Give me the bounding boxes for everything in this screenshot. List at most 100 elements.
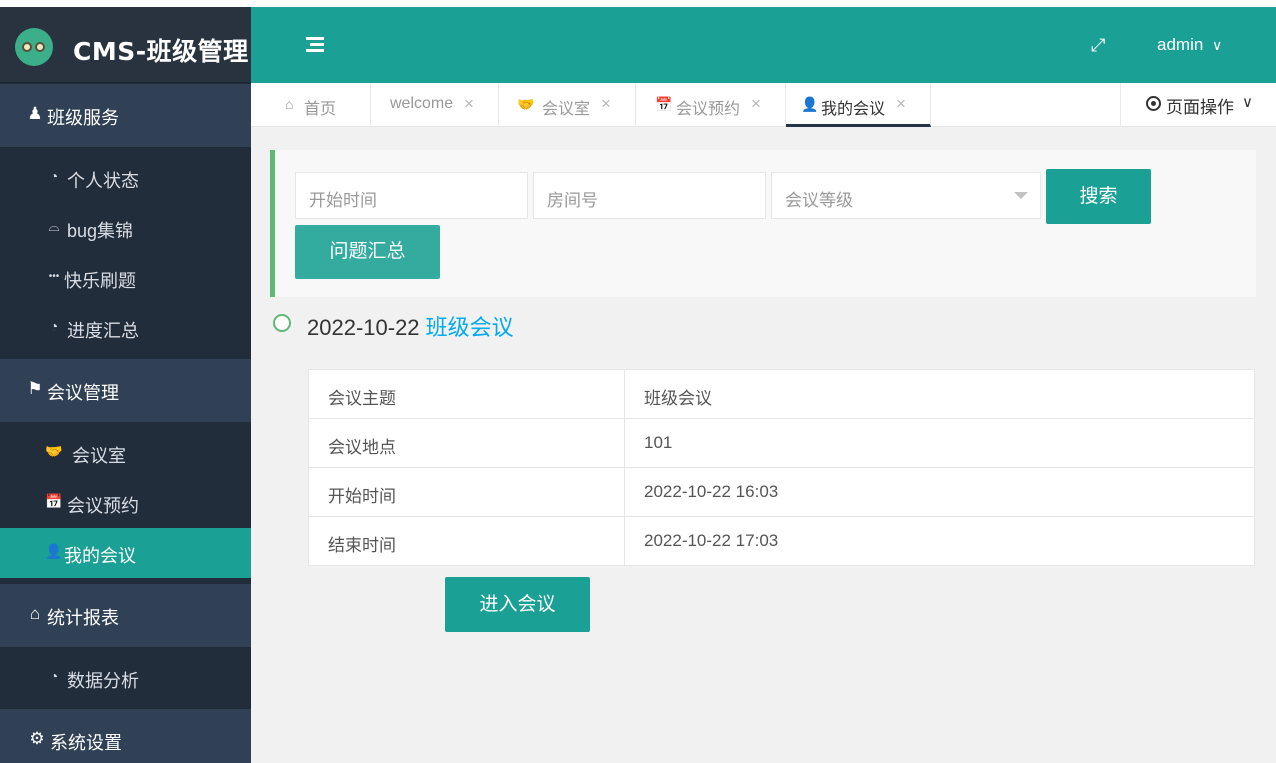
home-icon: ⌂ [29, 604, 41, 623]
room-number-placeholder: 房间号 [547, 191, 598, 210]
sidebar-item-progress-summary[interactable]: ◔ 进度汇总 [0, 303, 251, 353]
start-time-placeholder: 开始时间 [309, 191, 377, 210]
handshake-icon: 🤝 [517, 96, 535, 112]
ellipsis-icon: ••• [48, 271, 60, 282]
row-value: 2022-10-22 17:03 [644, 531, 779, 550]
close-icon[interactable]: × [751, 94, 761, 114]
sidebar-item-label: bug集锦 [67, 221, 134, 241]
tab-label: 首页 [304, 101, 337, 118]
tab-my-meetings[interactable]: 👤 我的会议 × [786, 83, 931, 127]
calendar-plus-icon: 📅 [655, 96, 673, 112]
sidebar-group-label: 系统设置 [50, 733, 122, 753]
table-row: 会议主题 班级会议 [309, 370, 1254, 419]
app-window: CMS-班级管理 ♟ 班级服务 ◔ 个人状态 ⌓ bug集锦 ••• 快乐刷题 … [0, 0, 1276, 763]
gears-icon: ⚙ [29, 729, 45, 748]
sidebar-group-statistics[interactable]: ⌂ 统计报表 [0, 584, 251, 647]
app-title: CMS-班级管理 [73, 37, 249, 66]
sidebar-item-label: 会议室 [72, 446, 126, 466]
sidebar-group-meeting-management[interactable]: ⚑ 会议管理 [0, 359, 251, 422]
close-icon[interactable]: × [601, 94, 611, 114]
flag-icon: ⚑ [27, 379, 43, 398]
calendar-plus-icon: 📅 [45, 493, 63, 509]
close-icon[interactable]: × [896, 94, 906, 114]
user-outline-icon: 👤 [45, 543, 63, 559]
menu-toggle-icon[interactable] [306, 37, 324, 53]
meeting-level-placeholder: 会议等级 [785, 191, 853, 210]
sidebar-item-label: 快乐刷题 [64, 271, 136, 291]
sidebar-item-label: 进度汇总 [67, 321, 139, 341]
table-row: 开始时间 2022-10-22 16:03 [309, 468, 1254, 517]
row-key: 会议地点 [328, 438, 396, 457]
tab-meeting-room[interactable]: 🤝 会议室 × [499, 83, 636, 127]
meeting-level-select[interactable]: 会议等级 [771, 172, 1041, 219]
sidebar-item-data-analysis[interactable]: ◔ 数据分析 [0, 653, 251, 703]
sidebar-group-system-settings[interactable]: ⚙ 系统设置 [0, 709, 251, 763]
window-top-edge [0, 0, 1276, 7]
tab-bar: ⌂ 首页 welcome × 🤝 会议室 × 📅 会议预约 × 👤 我的会议 ×… [251, 83, 1276, 127]
user-outline-icon: 👤 [801, 96, 819, 112]
user-icon: ♟ [27, 104, 43, 123]
sidebar-item-label: 个人状态 [67, 171, 139, 191]
sidebar-item-meeting-booking[interactable]: 📅 会议预约 [0, 478, 251, 528]
caret-down-icon [1014, 192, 1028, 199]
sidebar-item-my-meetings[interactable]: 👤 我的会议 [0, 528, 251, 578]
tab-label: 会议预约 [676, 101, 741, 118]
issue-summary-button[interactable]: 问题汇总 [295, 225, 440, 279]
sidebar: CMS-班级管理 ♟ 班级服务 ◔ 个人状态 ⌓ bug集锦 ••• 快乐刷题 … [0, 7, 251, 763]
sidebar-item-bug-collection[interactable]: ⌓ bug集锦 [0, 203, 251, 253]
page-operations-label: 页面操作 [1166, 98, 1234, 117]
table-row: 结束时间 2022-10-22 17:03 [309, 517, 1254, 565]
chevron-down-icon: ∨ [1242, 94, 1253, 111]
bug-icon: ⌓ [48, 218, 60, 234]
search-panel: 开始时间 房间号 会议等级 搜索 问题汇总 [270, 150, 1256, 297]
sidebar-item-label: 会议预约 [67, 496, 139, 516]
sidebar-item-practice[interactable]: ••• 快乐刷题 [0, 253, 251, 303]
tab-label: welcome [390, 95, 454, 112]
fullscreen-icon[interactable]: ⤢ [1091, 36, 1109, 54]
row-value: 班级会议 [644, 389, 712, 408]
row-key: 结束时间 [328, 536, 396, 555]
dashboard-icon: ◔ [49, 168, 59, 184]
sidebar-group-label: 会议管理 [47, 383, 119, 403]
table-row: 会议地点 101 [309, 419, 1254, 468]
meeting-date: 2022-10-22 [307, 315, 420, 340]
sidebar-item-label: 数据分析 [67, 671, 139, 691]
tab-label: 我的会议 [821, 101, 886, 118]
tab-meeting-booking[interactable]: 📅 会议预约 × [636, 83, 786, 127]
dashboard-icon: ◔ [49, 318, 59, 334]
logo-icon [15, 28, 53, 66]
page-operations-dropdown[interactable]: 页面操作 ∨ [1120, 83, 1262, 127]
tab-label: 会议室 [542, 101, 591, 118]
tab-home[interactable]: ⌂ 首页 [251, 83, 371, 127]
target-icon [1146, 96, 1161, 111]
row-key: 开始时间 [328, 487, 396, 506]
chevron-down-icon: ∨ [1212, 37, 1223, 53]
close-icon[interactable]: × [464, 94, 474, 114]
tab-welcome[interactable]: welcome × [371, 83, 499, 127]
sidebar-group-label: 统计报表 [47, 608, 119, 628]
sidebar-group-label: 班级服务 [47, 108, 119, 128]
meeting-details-table: 会议主题 班级会议 会议地点 101 开始时间 2022-10-22 16:03… [308, 369, 1255, 566]
row-value: 2022-10-22 16:03 [644, 482, 779, 501]
logo-area[interactable]: CMS-班级管理 [0, 7, 251, 83]
enter-meeting-button[interactable]: 进入会议 [445, 577, 590, 632]
start-time-input[interactable]: 开始时间 [295, 172, 528, 219]
room-number-input[interactable]: 房间号 [533, 172, 766, 219]
sidebar-group-class-service[interactable]: ♟ 班级服务 [0, 84, 251, 147]
sidebar-item-meeting-room[interactable]: 🤝 会议室 [0, 428, 251, 478]
user-name: admin [1157, 35, 1204, 54]
timeline-dot [273, 314, 291, 332]
row-value: 101 [644, 433, 673, 452]
sidebar-item-personal-status[interactable]: ◔ 个人状态 [0, 153, 251, 203]
sidebar-item-label: 我的会议 [64, 546, 136, 566]
user-menu[interactable]: admin ∨ [1157, 35, 1222, 55]
home-icon: ⌂ [285, 96, 294, 112]
search-button[interactable]: 搜索 [1046, 169, 1151, 224]
timeline-title: 2022-10-22 班级会议 [307, 310, 514, 342]
main-content: 开始时间 房间号 会议等级 搜索 问题汇总 2022-10-22 班级会议 会议… [251, 127, 1276, 763]
row-key: 会议主题 [328, 389, 396, 408]
meeting-title-link[interactable]: 班级会议 [426, 315, 514, 340]
dashboard-icon: ◔ [49, 668, 59, 684]
top-header: ⤢ admin ∨ [251, 7, 1276, 83]
handshake-icon: 🤝 [45, 443, 63, 459]
